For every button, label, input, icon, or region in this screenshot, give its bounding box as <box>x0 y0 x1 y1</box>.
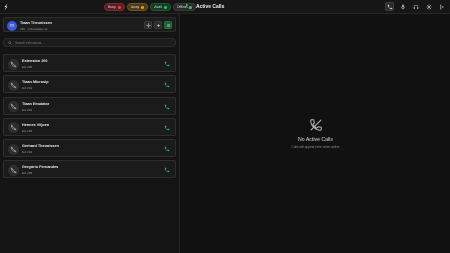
list-item[interactable]: Gerhard Theunissen Ext 204 <box>3 139 176 158</box>
gear-icon <box>145 22 151 28</box>
status-busy-label: Busy <box>108 5 116 9</box>
active-calls-panel: No Active Calls Calls will appear here w… <box>181 14 450 253</box>
phone-icon <box>164 125 170 131</box>
contact-extension: Ext 200 <box>22 65 33 69</box>
list-item[interactable]: Gregório Fernandes Ext 205 <box>3 160 176 179</box>
status-away-label: Away <box>130 5 140 9</box>
contact-name: Gerhard Theunissen <box>22 144 59 149</box>
logout-button[interactable] <box>437 2 446 11</box>
call-button[interactable] <box>163 166 171 174</box>
status-selector: Busy Away Avail Offline <box>104 3 196 11</box>
empty-state: No Active Calls Calls will appear here w… <box>181 118 450 149</box>
status-available-label: Avail <box>154 5 162 9</box>
app-logo-icon <box>4 3 8 11</box>
page-header: Active Calls <box>185 3 224 10</box>
search-box <box>3 38 176 47</box>
phone-off-icon <box>8 143 19 155</box>
status-busy-dot <box>117 5 121 9</box>
contacts-panel: TT Tiaan Theunissen 256 · onlinestatus o… <box>0 14 180 253</box>
phone-off-icon <box>8 58 19 70</box>
status-available-button[interactable]: Avail <box>150 3 171 11</box>
user-controls <box>144 21 172 29</box>
dialpad-button[interactable] <box>164 21 172 29</box>
contact-name: Gregório Fernandes <box>22 165 59 170</box>
phone-icon <box>387 4 392 9</box>
microphone-button[interactable] <box>398 2 407 11</box>
empty-state-title: No Active Calls <box>298 137 333 143</box>
microphone-icon <box>400 4 405 9</box>
call-button[interactable] <box>163 145 171 153</box>
contact-name: Extension 200 <box>22 59 48 63</box>
list-item[interactable]: Tiaan Emulator Ext 202 <box>3 96 176 115</box>
status-away-button[interactable]: Away <box>126 3 149 11</box>
phone-off-icon <box>309 119 322 131</box>
contact-name: Tiaan Microsip <box>22 80 49 85</box>
phone-icon <box>164 61 170 67</box>
search-input[interactable] <box>15 40 165 45</box>
settings-button[interactable] <box>424 2 433 11</box>
status-away-dot <box>141 5 145 9</box>
list-item[interactable]: Extension 200 Ext 200 <box>3 54 176 72</box>
contact-extension: Ext 202 <box>22 107 33 112</box>
plus-icon <box>156 23 160 27</box>
page-title: Active Calls <box>196 3 225 10</box>
status-busy-button[interactable]: Busy <box>104 3 125 11</box>
call-button[interactable] <box>163 60 171 68</box>
user-settings-button[interactable] <box>144 21 152 29</box>
add-contact-button[interactable] <box>154 21 162 29</box>
top-bar: Busy Away Avail Offline Active Calls <box>0 0 450 14</box>
phone-tab-button[interactable] <box>385 2 394 11</box>
phone-off-icon <box>8 164 19 176</box>
phone-icon <box>164 146 170 152</box>
phone-off-icon <box>8 122 19 134</box>
headset-icon <box>413 4 418 9</box>
user-card: TT Tiaan Theunissen 256 · onlinestatus o… <box>3 17 176 32</box>
phone-icon <box>164 168 170 173</box>
header-actions <box>385 2 446 11</box>
avatar: TT <box>7 20 17 31</box>
gear-icon <box>426 4 431 9</box>
list-item[interactable]: Tiaan Microsip Ext 201 <box>3 75 176 94</box>
phone-icon <box>164 104 170 109</box>
user-name: Tiaan Theunissen <box>20 21 53 25</box>
headset-button[interactable] <box>411 2 420 11</box>
contact-extension: Ext 205 <box>22 171 33 176</box>
phone-icon <box>185 3 192 10</box>
phone-off-icon <box>8 79 19 91</box>
contact-name: Tiaan Emulator <box>22 101 50 106</box>
contact-name: Hennes Viljoen <box>22 122 50 127</box>
status-available-dot <box>163 5 167 9</box>
call-button[interactable] <box>163 103 171 111</box>
phone-off-icon <box>8 101 19 113</box>
list-item[interactable]: Hennes Viljoen Ext 203 <box>3 117 176 136</box>
dialpad-icon <box>166 23 170 27</box>
contact-extension: Ext 201 <box>22 86 33 91</box>
logout-icon <box>439 4 444 9</box>
empty-state-subtitle: Calls will appear here when active <box>291 145 340 149</box>
call-button[interactable] <box>163 81 171 89</box>
search-icon <box>8 40 12 45</box>
phone-icon <box>164 83 170 88</box>
user-subtitle: 256 · onlinestatus ok <box>20 26 48 31</box>
contact-extension: Ext 204 <box>22 150 33 155</box>
call-button[interactable] <box>163 124 171 132</box>
contact-extension: Ext 203 <box>22 128 33 133</box>
contact-list: Extension 200 Ext 200 Tiaan Microsip Ext… <box>3 54 176 182</box>
